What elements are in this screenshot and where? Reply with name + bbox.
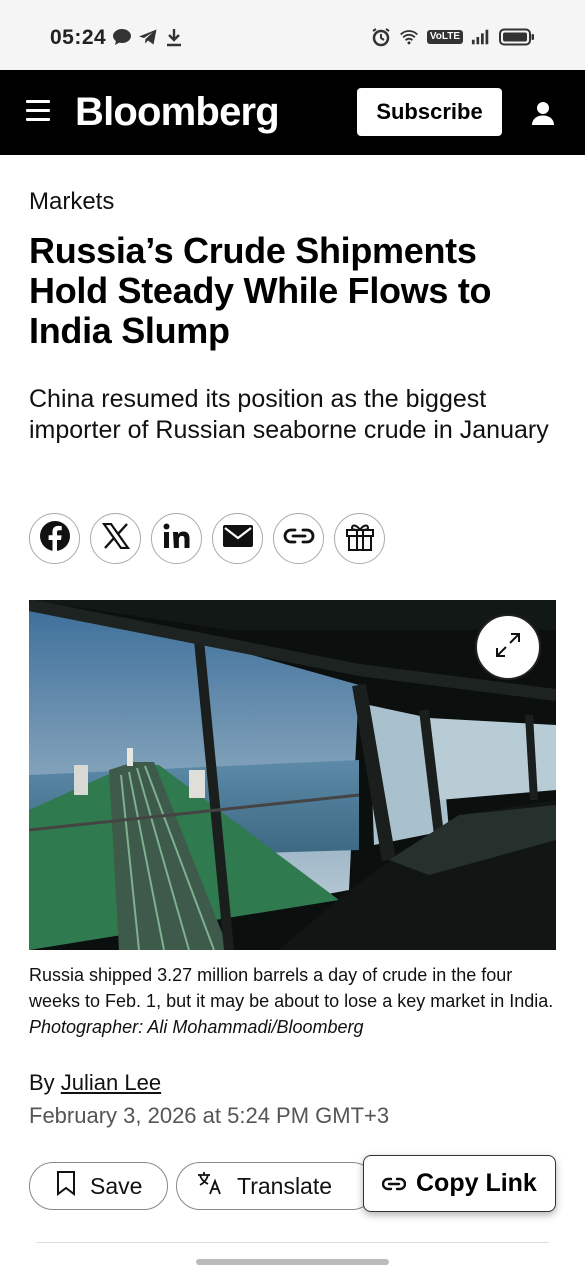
user-account-icon[interactable] [530, 100, 556, 126]
save-button[interactable]: Save [29, 1162, 168, 1210]
expand-photo-button[interactable] [475, 614, 541, 680]
wifi-icon [399, 26, 419, 48]
divider [36, 1242, 549, 1243]
chat-bubble-icon [112, 26, 132, 48]
article-category[interactable]: Markets [29, 188, 114, 216]
copy-link-button[interactable]: Copy Link [363, 1155, 556, 1212]
subscribe-button[interactable]: Subscribe [357, 88, 502, 136]
linkedin-icon [163, 523, 191, 554]
article-headline: Russia’s Crude Shipments Hold Steady Whi… [29, 230, 492, 351]
save-label: Save [90, 1172, 143, 1199]
linkedin-share-button[interactable] [151, 513, 202, 564]
facebook-share-button[interactable] [29, 513, 80, 564]
share-bar [29, 513, 385, 564]
email-share-button[interactable] [212, 513, 263, 564]
status-bar: 05:24 VoLTE [0, 0, 585, 70]
x-icon [101, 522, 130, 554]
copy-link-label: Copy Link [416, 1169, 537, 1197]
site-header: Bloomberg Subscribe [0, 70, 585, 155]
byline-prefix: By [29, 1070, 61, 1095]
translate-label: Translate [237, 1172, 333, 1199]
translate-button[interactable]: Translate [176, 1162, 376, 1210]
byline: By Julian Lee [29, 1070, 161, 1096]
hamburger-menu-icon[interactable] [26, 100, 50, 122]
status-left-icons [112, 26, 184, 48]
article-summary: China resumed its position as the bigges… [29, 385, 549, 444]
gift-article-button[interactable] [334, 513, 385, 564]
status-right-icons: VoLTE [371, 26, 535, 48]
photo-credit: Photographer: Ali Mohammadi/Bloomberg [29, 1017, 364, 1037]
volte-icon: VoLTE [426, 30, 463, 44]
status-time: 05:24 [50, 26, 107, 49]
home-indicator[interactable] [196, 1259, 389, 1265]
signal-icon [471, 26, 491, 48]
publish-date: February 3, 2026 at 5:24 PM GMT+3 [29, 1103, 390, 1128]
caption-text: Russia shipped 3.27 million barrels a da… [29, 965, 554, 1011]
bookmark-icon [56, 1170, 76, 1202]
telegram-icon [138, 26, 158, 48]
expand-icon [494, 631, 522, 664]
translate-icon [197, 1171, 223, 1201]
link-icon [381, 1169, 407, 1198]
author-link[interactable]: Julian Lee [61, 1070, 161, 1095]
facebook-icon [39, 520, 71, 557]
photo-caption: Russia shipped 3.27 million barrels a da… [29, 962, 559, 1040]
gift-icon [344, 520, 376, 557]
alarm-icon [371, 26, 391, 48]
battery-icon [499, 26, 535, 48]
copy-link-share-button[interactable] [273, 513, 324, 564]
link-icon [283, 527, 315, 550]
download-icon [164, 26, 184, 48]
article-photo[interactable] [29, 600, 556, 950]
x-share-button[interactable] [90, 513, 141, 564]
email-icon [222, 524, 254, 553]
bloomberg-logo[interactable]: Bloomberg [75, 90, 280, 135]
